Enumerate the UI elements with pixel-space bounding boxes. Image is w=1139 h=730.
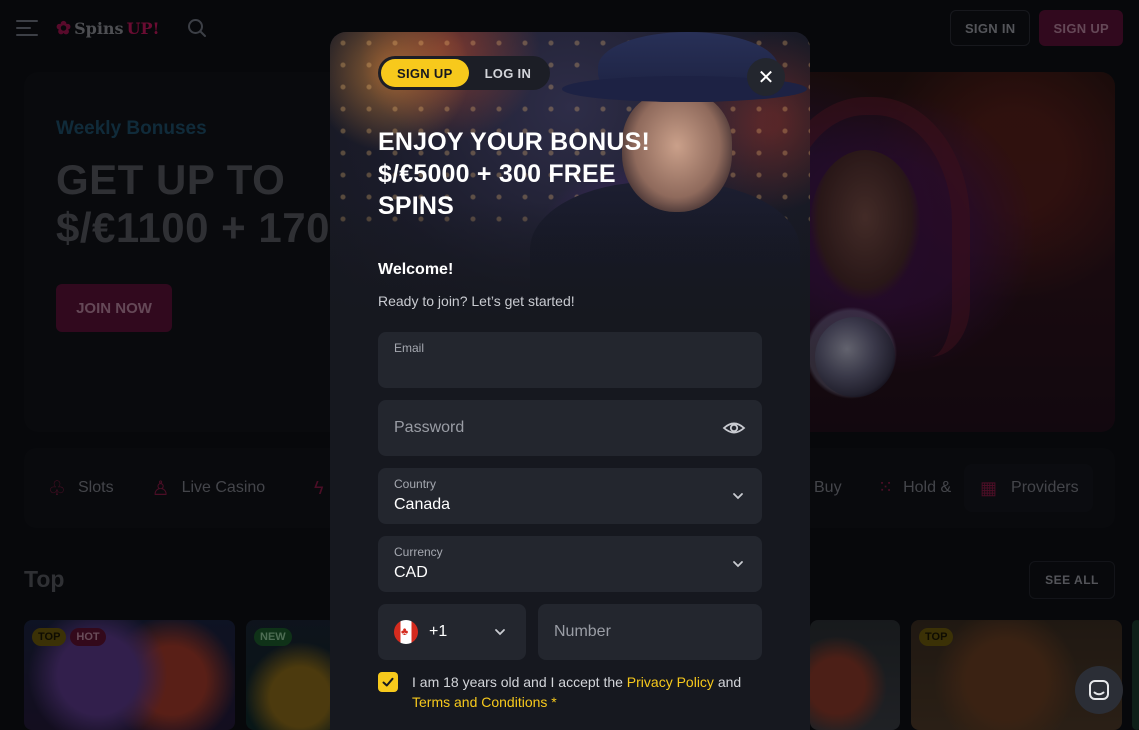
country-select[interactable]: Country Canada <box>378 468 762 524</box>
country-value: Canada <box>394 496 451 513</box>
password-field[interactable]: Password <box>378 400 762 456</box>
eye-icon[interactable] <box>722 416 746 440</box>
phone-number-field[interactable]: Number <box>538 604 762 660</box>
phone-number-placeholder: Number <box>554 623 611 640</box>
signup-modal: SIGN UP LOG IN ✕ ENJOY YOUR BONUS! $/€50… <box>330 32 810 730</box>
bonus-title: ENJOY YOUR BONUS! $/€5000 + 300 FREE SPI… <box>378 128 650 220</box>
consent-text: I am 18 years old and I accept the Priva… <box>412 672 778 712</box>
currency-select[interactable]: Currency CAD <box>378 536 762 592</box>
chevron-down-icon <box>492 624 508 640</box>
consent-row: I am 18 years old and I accept the Priva… <box>378 672 778 712</box>
chat-icon[interactable] <box>1075 666 1123 714</box>
consent-checkbox[interactable] <box>378 672 398 692</box>
country-label: Country <box>394 477 437 491</box>
consent-text-and: and <box>713 674 742 690</box>
maple-leaf-icon: ♣ <box>401 626 409 638</box>
currency-label: Currency <box>394 545 443 559</box>
canada-flag-icon: ♣ <box>394 620 418 644</box>
password-placeholder: Password <box>394 419 465 436</box>
email-field[interactable]: Email <box>378 332 762 388</box>
phone-code-select[interactable]: ♣ +1 <box>378 604 526 660</box>
tab-log-in[interactable]: LOG IN <box>469 59 548 87</box>
chevron-down-icon <box>730 556 746 572</box>
chevron-down-icon <box>730 488 746 504</box>
tab-sign-up[interactable]: SIGN UP <box>381 59 469 87</box>
welcome-subtext: Ready to join? Let’s get started! <box>378 293 575 309</box>
auth-tabs: SIGN UP LOG IN <box>378 56 551 90</box>
phone-code-value: +1 <box>429 623 448 640</box>
terms-link[interactable]: Terms and Conditions <box>412 694 547 710</box>
welcome-heading: Welcome! <box>378 261 454 278</box>
check-icon <box>382 677 394 687</box>
required-mark: * <box>551 694 557 710</box>
email-label: Email <box>394 341 425 355</box>
privacy-policy-link[interactable]: Privacy Policy <box>627 674 714 690</box>
consent-text-before: I am 18 years old and I accept the <box>412 674 627 690</box>
currency-value: CAD <box>394 564 428 581</box>
close-icon[interactable]: ✕ <box>747 58 785 96</box>
